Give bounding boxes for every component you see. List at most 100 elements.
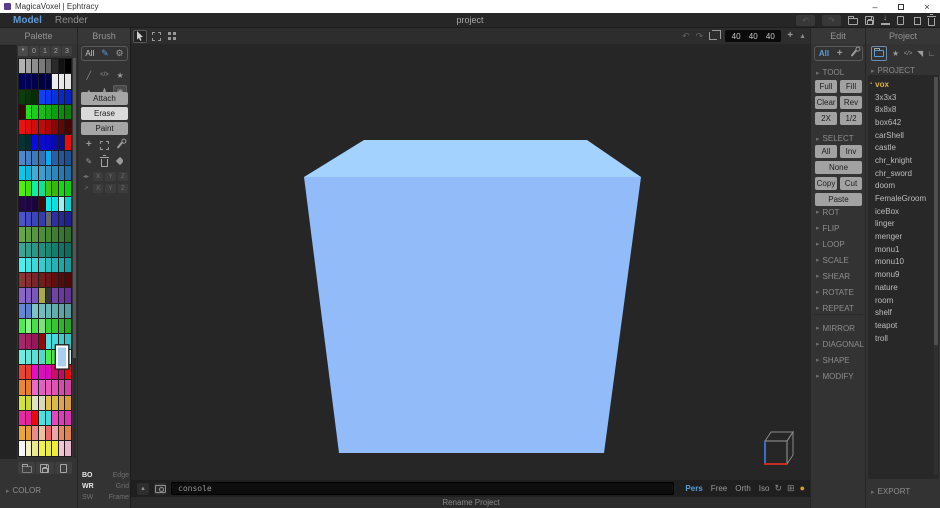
- project-item-castle[interactable]: castle: [868, 141, 934, 154]
- viewport-undo-icon[interactable]: ↶: [682, 31, 690, 42]
- section-shear[interactable]: ▸SHEAR: [816, 268, 861, 284]
- toggle-bo[interactable]: BO: [82, 472, 93, 479]
- palette-swatch[interactable]: [32, 350, 38, 364]
- navigation-cube[interactable]: [753, 425, 801, 473]
- palette-swatch[interactable]: [19, 120, 25, 134]
- palette-swatch[interactable]: [46, 304, 52, 318]
- palette-swatch[interactable]: [26, 90, 32, 104]
- axis-x-cell[interactable]: X: [93, 172, 103, 181]
- model-size-field[interactable]: 40 40 40: [725, 30, 781, 42]
- palette-save-button[interactable]: [36, 462, 53, 474]
- palette-swatch[interactable]: [26, 365, 32, 379]
- voxel-canvas[interactable]: [131, 44, 811, 481]
- palette-swatch[interactable]: [26, 426, 32, 440]
- paint-bucket-icon[interactable]: [113, 155, 127, 168]
- grid-cube-icon[interactable]: ⊞: [787, 484, 795, 493]
- palette-swatch[interactable]: [26, 181, 32, 195]
- palette-swatch[interactable]: [26, 319, 32, 333]
- palette-swatch[interactable]: [32, 120, 38, 134]
- palette-swatch[interactable]: [39, 166, 45, 180]
- palette-swatch[interactable]: [26, 334, 32, 348]
- palette-swatch[interactable]: [52, 243, 58, 257]
- mirror-icon[interactable]: ◂▸: [81, 173, 91, 180]
- palette-swatch[interactable]: [65, 258, 71, 272]
- palette-swatch[interactable]: [52, 304, 58, 318]
- palette-swatch[interactable]: [65, 135, 71, 149]
- palette-swatch[interactable]: [39, 334, 45, 348]
- palette-swatch[interactable]: [39, 90, 45, 104]
- tool-button-1-2[interactable]: 1/2: [840, 112, 862, 125]
- project-item-FemaleGroom[interactable]: FemaleGroom: [868, 192, 934, 205]
- palette-swatch[interactable]: [65, 426, 71, 440]
- palette-swatch[interactable]: [32, 273, 38, 287]
- project-item-doom[interactable]: doom: [868, 180, 934, 193]
- palette-swatch[interactable]: [59, 197, 65, 211]
- palette-swatch[interactable]: [59, 258, 65, 272]
- palette-swatch[interactable]: [32, 227, 38, 241]
- palette-swatch[interactable]: [19, 212, 25, 226]
- fit-view-icon[interactable]: +: [787, 31, 793, 41]
- marquee-tool-button[interactable]: [149, 30, 163, 43]
- move-icon[interactable]: +: [82, 139, 96, 152]
- toggle-wr[interactable]: WR: [82, 483, 94, 490]
- axis-z-cell[interactable]: Z: [118, 172, 128, 181]
- export-icon[interactable]: [881, 17, 890, 25]
- wrench-icon[interactable]: [113, 139, 127, 152]
- palette-swatch[interactable]: [19, 380, 25, 394]
- palette-swatch[interactable]: [32, 411, 38, 425]
- palette-swatch[interactable]: [39, 288, 45, 302]
- palette-swatch[interactable]: [52, 411, 58, 425]
- project-item-monu10[interactable]: monu10: [868, 256, 934, 269]
- palette-swatch[interactable]: [26, 350, 32, 364]
- gear-icon[interactable]: ⚙: [116, 49, 124, 58]
- palette-swatch[interactable]: [19, 90, 25, 104]
- brush-mode-attach[interactable]: Attach: [81, 92, 128, 105]
- palette-swatch[interactable]: [26, 120, 32, 134]
- palette-swatch[interactable]: [32, 151, 38, 165]
- star-brush-icon[interactable]: ★: [113, 69, 127, 82]
- palette-swatch[interactable]: [59, 227, 65, 241]
- screenshot-button[interactable]: [154, 483, 166, 495]
- palette-swatch[interactable]: [59, 166, 65, 180]
- pencil-tool-icon[interactable]: ✎: [82, 155, 96, 168]
- project-item-nature[interactable]: nature: [868, 281, 934, 294]
- palette-swatch[interactable]: [32, 197, 38, 211]
- wrench-icon[interactable]: [850, 49, 858, 59]
- palette-swatch[interactable]: [39, 181, 45, 195]
- palette-swatch[interactable]: [46, 181, 52, 195]
- palette-swatch[interactable]: [65, 105, 71, 119]
- palette-swatch[interactable]: [19, 74, 25, 88]
- palette-swatch[interactable]: [59, 135, 65, 149]
- tab-model[interactable]: Model: [13, 15, 42, 26]
- toggle-sw[interactable]: SW: [82, 494, 93, 501]
- palette-swatch[interactable]: [26, 135, 32, 149]
- toggle-edge[interactable]: Edge: [113, 472, 129, 479]
- palette-swatch[interactable]: [52, 380, 58, 394]
- palette-swatch[interactable]: [32, 135, 38, 149]
- palette-swatch[interactable]: [26, 441, 32, 455]
- palette-swatch[interactable]: [59, 304, 65, 318]
- palette-swatch[interactable]: [65, 304, 71, 318]
- palette-swatch[interactable]: [39, 304, 45, 318]
- shader-icon[interactable]: </>: [904, 51, 913, 57]
- marquee-icon[interactable]: [97, 139, 111, 152]
- palette-swatch[interactable]: [52, 59, 58, 73]
- cube-front-face[interactable]: [304, 177, 641, 453]
- cube-top-face[interactable]: [304, 140, 641, 177]
- palette-swatch[interactable]: [46, 426, 52, 440]
- palette-swatch[interactable]: [32, 396, 38, 410]
- palette-swatch[interactable]: [65, 59, 71, 73]
- palette-swatch[interactable]: [26, 105, 32, 119]
- brush-mode-erase[interactable]: Erase: [81, 107, 128, 120]
- tool-section-label[interactable]: ▸ TOOL: [816, 68, 844, 77]
- palette-swatch[interactable]: [39, 441, 45, 455]
- cursor-tool-button[interactable]: [133, 30, 147, 43]
- palette-swatch[interactable]: [39, 426, 45, 440]
- palette-swatch[interactable]: [52, 135, 58, 149]
- select-section-label[interactable]: ▸ SELECT: [816, 134, 854, 143]
- palette-swatch[interactable]: [46, 441, 52, 455]
- palette-swatch[interactable]: [46, 197, 52, 211]
- palette-swatch[interactable]: [19, 243, 25, 257]
- palette-swatch[interactable]: [52, 74, 58, 88]
- palette-swatch[interactable]: [39, 365, 45, 379]
